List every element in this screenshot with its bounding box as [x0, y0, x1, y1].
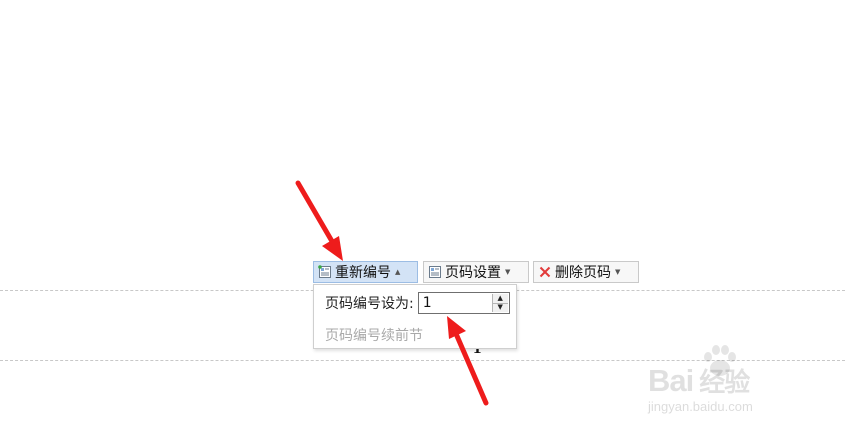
- annotation-arrow-bottom: [447, 316, 489, 406]
- annotation-arrow-top: [295, 180, 343, 261]
- watermark-brand: Bai 经验: [648, 362, 750, 399]
- document-page: 1 重新编号 ▲ 页码设置 ▼: [0, 0, 845, 436]
- watermark-url: jingyan.baidu.com: [648, 399, 753, 414]
- baidu-watermark: Bai 经验 jingyan.baidu.com: [648, 344, 808, 416]
- watermark-brand-text: Bai: [648, 363, 694, 398]
- watermark-brand-suffix: 经验: [699, 367, 750, 397]
